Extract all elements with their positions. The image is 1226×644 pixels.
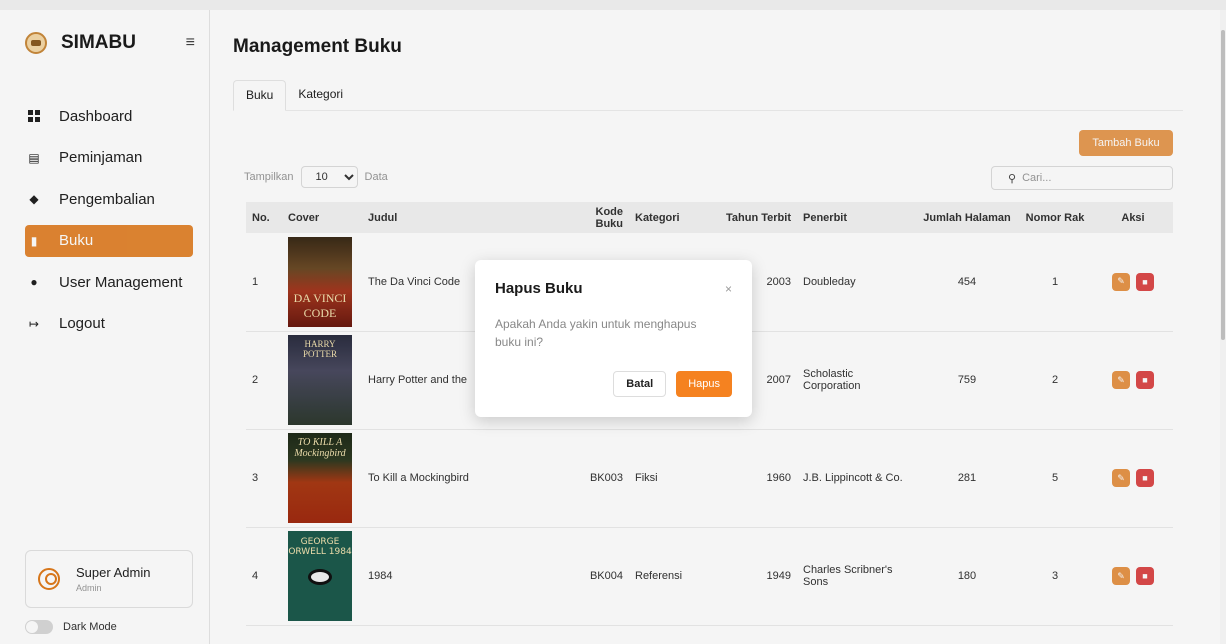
dialog-title: Hapus Buku [495, 280, 583, 297]
page-scrollbar[interactable] [1220, 10, 1226, 644]
confirm-delete-button[interactable]: Hapus [676, 371, 732, 397]
close-icon[interactable]: × [725, 282, 732, 296]
dialog-message: Apakah Anda yakin untuk menghapus buku i… [495, 317, 697, 349]
cancel-button[interactable]: Batal [613, 371, 667, 397]
app-window: SIMABU ≡ Dashboard ▤ Peminjaman ◆ Pengem… [0, 10, 1220, 644]
dialog-actions: Batal Hapus [613, 371, 732, 397]
scrollbar-thumb[interactable] [1221, 30, 1225, 340]
delete-book-dialog: Hapus Buku × Apakah Anda yakin untuk men… [475, 260, 752, 417]
